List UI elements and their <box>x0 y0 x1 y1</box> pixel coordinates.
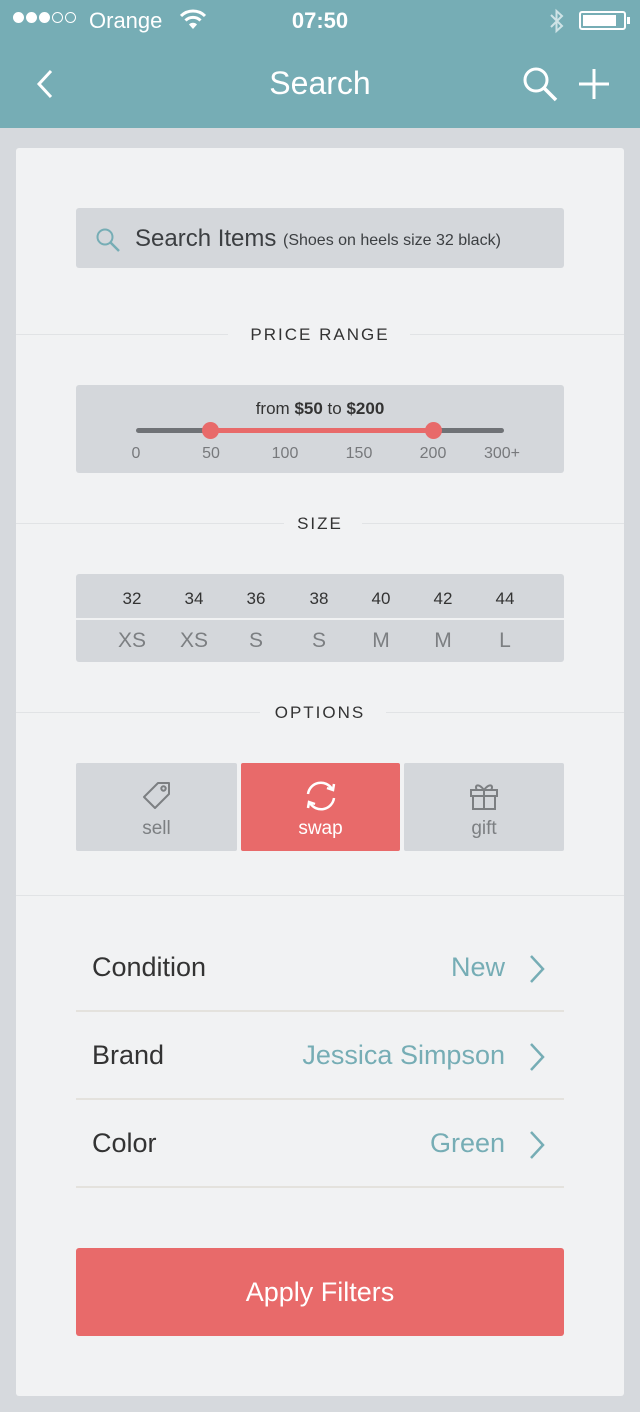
tick-label: 0 <box>131 445 141 462</box>
slider-active-range <box>210 428 433 433</box>
tick-label: 200 <box>419 445 447 462</box>
chevron-right-icon <box>528 1042 546 1077</box>
search-hint: (Shoes on heels size 32 black) <box>283 232 501 249</box>
section-label: PRICE RANGE <box>250 325 390 344</box>
filter-value: Jessica Simpson <box>302 1040 505 1070</box>
battery-icon <box>579 11 630 30</box>
clock: 07:50 <box>291 8 349 33</box>
filter-value: New <box>450 952 505 982</box>
filter-label: Color <box>92 1128 157 1158</box>
status-bar: Orange 07:50 <box>0 0 640 40</box>
filter-row-color[interactable]: Color Green <box>76 1100 564 1188</box>
gift-icon <box>468 779 500 816</box>
nav-bar: Search <box>0 40 640 128</box>
slider-handle-min[interactable] <box>202 422 220 439</box>
options-header: OPTIONS <box>16 697 624 727</box>
option-gift-button[interactable]: gift <box>404 763 564 851</box>
search-placeholder: Search Items <box>135 225 277 252</box>
bluetooth-icon <box>548 8 566 39</box>
search-input[interactable]: Search Items (Shoes on heels size 32 bla… <box>76 208 564 268</box>
filter-label: Brand <box>92 1040 165 1070</box>
price-range-header: PRICE RANGE <box>16 319 624 349</box>
filter-row-condition[interactable]: Condition New <box>76 924 564 1012</box>
section-label: SIZE <box>297 514 343 533</box>
filter-label: Condition <box>92 952 207 982</box>
chevron-right-icon <box>528 1130 546 1165</box>
apply-filters-button[interactable]: Apply Filters <box>76 1248 564 1336</box>
chevron-right-icon <box>528 954 546 989</box>
divider <box>76 618 564 620</box>
tick-label: 300+ <box>483 445 521 462</box>
slider-handle-max[interactable] <box>425 422 442 439</box>
tick-label: 50 <box>202 445 220 462</box>
search-icon <box>95 227 121 258</box>
tick-label: 150 <box>345 445 373 462</box>
option-swap-button[interactable]: swap <box>241 763 400 851</box>
size-selector: 32 XS 34 XS 36 S 38 S 40 M 42 M 44 L <box>76 574 564 662</box>
filter-card: Search Items (Shoes on heels size 32 bla… <box>16 148 624 1396</box>
swap-icon <box>303 779 339 818</box>
price-range-summary: from $50 to $200 <box>255 399 385 418</box>
size-header: SIZE <box>16 508 624 538</box>
divider <box>16 895 624 896</box>
tick-label: 100 <box>271 445 299 462</box>
filter-row-brand[interactable]: Brand Jessica Simpson <box>76 1012 564 1100</box>
filter-value: Green <box>429 1128 505 1158</box>
search-icon[interactable] <box>521 65 559 103</box>
tag-icon <box>141 779 173 816</box>
section-label: OPTIONS <box>274 703 366 722</box>
option-sell-button[interactable]: sell <box>76 763 237 851</box>
price-range-slider: from $50 to $200 0 50 100 150 200 300+ <box>76 385 564 473</box>
plus-icon[interactable] <box>576 66 612 102</box>
slider-track[interactable] <box>136 422 504 439</box>
